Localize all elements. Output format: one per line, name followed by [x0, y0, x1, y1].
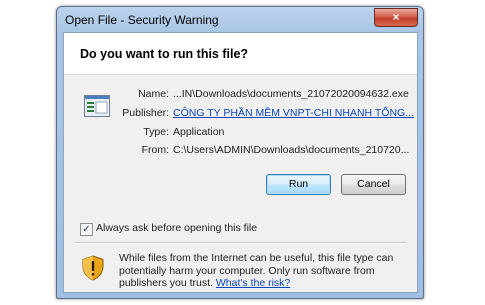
publisher-label: Publisher:	[122, 107, 169, 119]
run-button[interactable]: Run	[266, 174, 331, 195]
security-shield-icon	[82, 255, 104, 281]
separator	[74, 242, 407, 244]
from-value: C:\Users\ADMIN\Downloads\documents_21072…	[173, 144, 410, 156]
security-warning-window: Open File - Security Warning × Do you wa…	[56, 6, 424, 299]
run-question: Do you want to run this file?	[80, 47, 249, 61]
name-value: ...IN\Downloads\documents_21072020094632…	[173, 88, 409, 100]
whats-the-risk-link[interactable]: What's the risk?	[216, 277, 290, 289]
always-ask-checkbox[interactable]: ✓	[80, 223, 93, 236]
dialog-body: Do you want to run this file? Name: ...I…	[63, 32, 418, 293]
dialog-header: Do you want to run this file?	[64, 33, 417, 75]
title-bar[interactable]: Open File - Security Warning ×	[57, 7, 423, 33]
always-ask-label[interactable]: Always ask before opening this file	[96, 222, 257, 234]
cancel-button[interactable]: Cancel	[341, 174, 406, 195]
type-value: Application	[173, 126, 225, 138]
from-label: From:	[141, 144, 169, 156]
window-title: Open File - Security Warning	[65, 13, 219, 27]
name-label: Name:	[138, 88, 169, 100]
publisher-link[interactable]: CÔNG TY PHẦN MỀM VNPT-CHI NHANH TỔNG...	[173, 107, 414, 119]
close-button[interactable]: ×	[374, 8, 418, 27]
warning-text: While files from the Internet can be use…	[119, 252, 404, 290]
type-label: Type:	[143, 126, 169, 138]
